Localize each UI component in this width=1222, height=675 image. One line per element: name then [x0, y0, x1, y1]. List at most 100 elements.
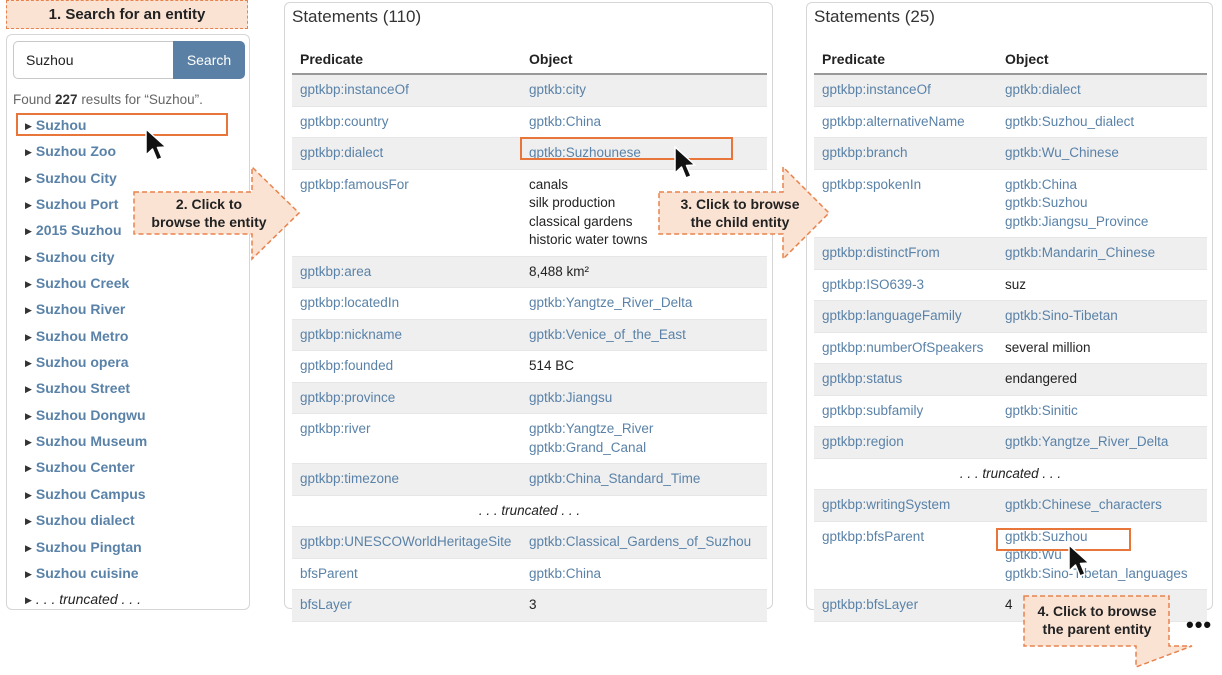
predicate-cell[interactable]: gptkbp:ISO639-3 [814, 269, 997, 301]
result-item[interactable]: ▶ Suzhou Center [7, 456, 249, 482]
object-cell: gptkb:Yangtze_River_Delta [521, 287, 767, 320]
caret-right-icon: ▶ [25, 542, 32, 553]
object-link[interactable]: gptkb:dialect [1005, 81, 1199, 100]
object-link[interactable]: gptkb:Yangtze_River [529, 420, 759, 439]
predicate-cell[interactable]: gptkbp:area [292, 256, 521, 288]
predicate-cell[interactable]: gptkbp:bfsLayer [814, 589, 997, 622]
caret-right-icon: ▶ [25, 568, 32, 579]
predicate-cell[interactable]: gptkbp:country [292, 106, 521, 138]
object-link[interactable]: gptkb:Classical_Gardens_of_Suzhou [529, 533, 759, 552]
predicate-cell[interactable]: gptkbp:branch [814, 137, 997, 170]
object-link[interactable]: gptkb:Yangtze_River_Delta [529, 294, 759, 313]
result-item[interactable]: ▶ Suzhou Street [7, 377, 249, 403]
statements-table: Predicate Object gptkbp:instanceOf gptkb:… [292, 44, 767, 622]
object-link[interactable]: gptkb:China [529, 565, 759, 584]
result-item[interactable]: ▶ Suzhou cuisine [7, 562, 249, 588]
predicate-cell[interactable]: gptkbp:nickname [292, 319, 521, 351]
result-item[interactable]: ▶ Suzhou opera [7, 351, 249, 377]
table-row: gptkbp:branch gptkb:Wu_Chinese [814, 137, 1207, 170]
object-cell: gptkb:Mandarin_Chinese [997, 237, 1207, 270]
object-link[interactable]: gptkb:Sinitic [1005, 402, 1199, 421]
predicate-cell[interactable]: gptkbp:famousFor [292, 169, 521, 257]
caret-right-icon: ▶ [25, 489, 32, 500]
table-row: gptkbp:instanceOf gptkb:city [292, 74, 767, 107]
object-link[interactable]: gptkb:Grand_Canal [529, 439, 759, 458]
object-cell: gptkb:Jiangsu [521, 382, 767, 414]
predicate-cell[interactable]: gptkbp:spokenIn [814, 169, 997, 238]
predicate-cell[interactable]: gptkbp:bfsParent [814, 521, 997, 590]
highlight-suzhounese-object [520, 137, 733, 160]
result-label: Suzhou Creek [35, 275, 130, 292]
object-value: 3 [529, 597, 537, 612]
object-link[interactable]: gptkb:Sino-Tibetan [1005, 307, 1199, 326]
object-link[interactable]: gptkb:Suzhou_dialect [1005, 113, 1199, 132]
object-link[interactable]: gptkb:Jiangsu [529, 389, 759, 408]
predicate-cell[interactable]: gptkbp:instanceOf [814, 74, 997, 107]
result-item[interactable]: ▶ Suzhou Creek [7, 272, 249, 298]
object-link[interactable]: gptkb:city [529, 81, 759, 100]
object-link[interactable]: gptkb:China [1005, 176, 1199, 195]
step2-callout: 2. Click to browse the entity [133, 165, 301, 261]
result-item[interactable]: ▶ Suzhou Campus [7, 483, 249, 509]
object-cell: gptkb:city [521, 74, 767, 107]
table-row: gptkbp:subfamily gptkb:Sinitic [814, 395, 1207, 427]
step4-line2: the parent entity [1042, 621, 1152, 637]
object-link[interactable]: gptkb:Chinese_characters [1005, 496, 1199, 515]
caret-right-icon: ▶ [25, 252, 32, 263]
caret-right-icon: ▶ [25, 516, 32, 527]
predicate-cell[interactable]: gptkbp:river [292, 413, 521, 464]
predicate-cell[interactable]: gptkbp:numberOfSpeakers [814, 332, 997, 364]
result-item[interactable]: ▶ Suzhou Dongwu [7, 404, 249, 430]
predicate-cell[interactable]: gptkbp:founded [292, 350, 521, 383]
object-link[interactable]: gptkb:Jiangsu_Province [1005, 213, 1199, 232]
object-link[interactable]: gptkb:Yangtze_River_Delta [1005, 433, 1199, 452]
result-item[interactable]: ▶ Suzhou Metro [7, 325, 249, 351]
predicate-cell[interactable]: gptkbp:writingSystem [814, 489, 997, 522]
predicate-cell[interactable]: gptkbp:UNESCOWorldHeritageSite [292, 526, 521, 559]
caret-right-icon: ▶ [25, 200, 32, 211]
predicate-cell[interactable]: gptkbp:instanceOf [292, 74, 521, 107]
object-link[interactable]: gptkb:China_Standard_Time [529, 470, 759, 489]
result-item[interactable]: ▶ Suzhou dialect [7, 509, 249, 535]
result-item[interactable]: ▶ Suzhou Zoo [7, 140, 249, 166]
object-link[interactable]: gptkb:Mandarin_Chinese [1005, 244, 1199, 263]
object-link[interactable]: gptkb:Wu_Chinese [1005, 144, 1199, 163]
result-label: Suzhou city [35, 248, 115, 265]
step4-line1: 4. Click to browse [1037, 603, 1157, 619]
caret-right-icon: ▶ [25, 279, 32, 290]
predicate-cell[interactable]: gptkbp:languageFamily [814, 300, 997, 333]
predicate-cell[interactable]: gptkbp:distinctFrom [814, 237, 997, 270]
predicate-cell[interactable]: gptkbp:province [292, 382, 521, 414]
table-row: gptkbp:alternativeName gptkb:Suzhou_diale… [814, 106, 1207, 138]
caret-right-icon: ▶ [25, 331, 32, 342]
object-cell: suz [997, 269, 1207, 301]
predicate-cell[interactable]: bfsParent [292, 558, 521, 590]
object-cell: gptkb:China [521, 106, 767, 138]
result-item[interactable]: ▶ Suzhou Museum [7, 430, 249, 456]
search-button[interactable]: Search [173, 41, 245, 79]
table-row: bfsParent gptkb:China [292, 558, 767, 590]
object-value: several million [1005, 339, 1091, 355]
object-link[interactable]: gptkb:Venice_of_the_East [529, 326, 759, 345]
predicate-cell[interactable]: bfsLayer [292, 589, 521, 622]
predicate-cell[interactable]: gptkbp:alternativeName [814, 106, 997, 138]
predicate-cell[interactable]: gptkbp:subfamily [814, 395, 997, 427]
search-input[interactable] [13, 41, 173, 79]
object-link[interactable]: gptkb:Suzhou [1005, 194, 1199, 213]
object-link[interactable]: gptkb:China [529, 113, 759, 132]
object-link[interactable]: gptkb:Sino-Tibetan_languages [1005, 565, 1199, 584]
step3-line1: 3. Click to browse [680, 196, 800, 212]
result-item[interactable]: ▶ Suzhou Pingtan [7, 536, 249, 562]
table-row: gptkbp:province gptkb:Jiangsu [292, 382, 767, 414]
predicate-cell[interactable]: gptkbp:region [814, 426, 997, 459]
caret-right-icon: ▶ [25, 358, 32, 369]
predicate-cell[interactable]: gptkbp:locatedIn [292, 287, 521, 320]
predicate-cell[interactable]: gptkbp:timezone [292, 463, 521, 496]
table-row: gptkbp:instanceOf gptkb:dialect [814, 74, 1207, 107]
predicate-cell[interactable]: gptkbp:dialect [292, 137, 521, 170]
result-label: Suzhou Dongwu [35, 406, 146, 423]
result-item[interactable]: ▶ Suzhou River [7, 298, 249, 324]
result-label: Suzhou Campus [35, 485, 146, 502]
predicate-cell[interactable]: gptkbp:status [814, 363, 997, 396]
result-label: Suzhou Street [35, 380, 131, 397]
